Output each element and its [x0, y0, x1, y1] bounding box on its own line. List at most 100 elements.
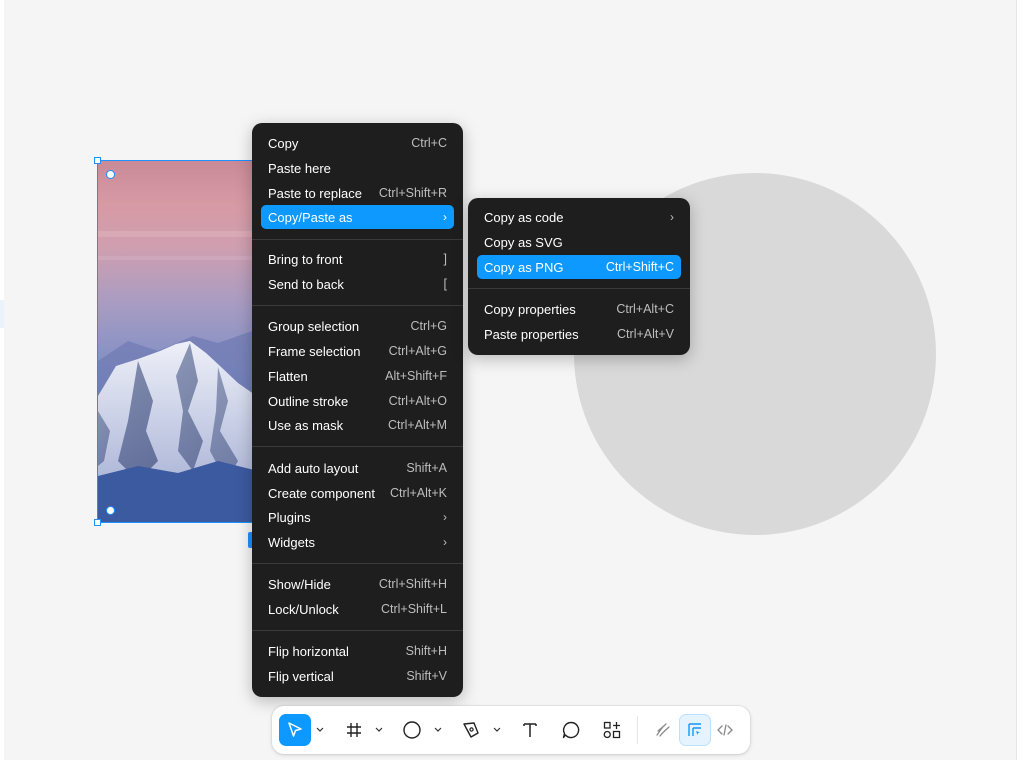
menu-divider: [252, 305, 463, 306]
menu-item-label: Show/Hide: [268, 576, 331, 592]
menu-item-plugins[interactable]: Plugins ›: [261, 505, 454, 529]
corner-radius-handle-bottom[interactable]: [106, 506, 115, 515]
menu-item-copy[interactable]: Copy Ctrl+C: [261, 131, 454, 155]
menu-item-label: Widgets: [268, 534, 315, 550]
circle-shape-icon: [403, 721, 421, 739]
frame-tool-button[interactable]: [338, 714, 370, 746]
pen-nib-icon: [463, 722, 479, 738]
comment-bubble-icon: [562, 721, 580, 739]
chevron-right-icon: ›: [443, 510, 447, 524]
menu-item-label: Paste to replace: [268, 185, 362, 201]
chevron-down-icon[interactable]: [315, 724, 325, 736]
frame-hash-icon: [347, 723, 361, 737]
menu-item-copy-paste-as[interactable]: Copy/Paste as ›: [261, 205, 454, 229]
code-brackets-icon: [717, 724, 733, 736]
menu-item-label: Create component: [268, 485, 375, 501]
menu-item-frame-selection[interactable]: Frame selection Ctrl+Alt+G: [261, 339, 454, 363]
dev-mode-button[interactable]: [709, 714, 741, 746]
resize-handle-top-left[interactable]: [94, 157, 101, 164]
menu-item-group-selection[interactable]: Group selection Ctrl+G: [261, 314, 454, 338]
menu-item-shortcut: Ctrl+Alt+O: [388, 394, 447, 408]
design-layout-icon: [688, 723, 701, 736]
menu-divider: [252, 563, 463, 564]
menu-item-shortcut: Ctrl+Shift+H: [378, 577, 447, 591]
menu-divider: [252, 446, 463, 447]
menu-item-add-auto-layout[interactable]: Add auto layout Shift+A: [261, 456, 454, 480]
menu-item-shortcut: Ctrl+Shift+L: [380, 602, 447, 616]
menu-item-label: Copy as SVG: [484, 234, 563, 250]
corner-radius-handle-top[interactable]: [106, 170, 115, 179]
menu-item-label: Paste here: [268, 160, 331, 176]
submenu-item-paste-properties[interactable]: Paste properties Ctrl+Alt+V: [477, 322, 681, 346]
context-menu: Copy Ctrl+C Paste here Paste to replace …: [252, 123, 463, 697]
menu-divider: [468, 288, 690, 289]
shape-tool-button[interactable]: [396, 714, 428, 746]
menu-item-paste-to-replace[interactable]: Paste to replace Ctrl+Shift+R: [261, 181, 454, 205]
menu-item-paste-here[interactable]: Paste here: [261, 156, 454, 180]
menu-item-shortcut: Ctrl+Alt+V: [617, 327, 674, 341]
menu-item-label: Lock/Unlock: [268, 601, 339, 617]
menu-item-send-to-back[interactable]: Send to back [: [261, 272, 454, 296]
menu-item-shortcut: Ctrl+G: [410, 319, 447, 333]
canvas-left-edge-highlight: [0, 300, 4, 328]
menu-item-label: Flatten: [268, 368, 308, 384]
chevron-down-icon[interactable]: [374, 724, 384, 736]
menu-item-shortcut: Ctrl+Shift+C: [605, 260, 674, 274]
menu-item-label: Add auto layout: [268, 460, 359, 476]
menu-item-label: Copy: [268, 135, 299, 151]
menu-item-show-hide[interactable]: Show/Hide Ctrl+Shift+H: [261, 572, 454, 596]
bottom-toolbar: [272, 706, 750, 754]
menu-item-shortcut: Shift+V: [406, 669, 447, 683]
draw-squiggle-icon: [656, 723, 670, 737]
selected-image[interactable]: [97, 160, 257, 523]
menu-item-shortcut: Ctrl+C: [411, 136, 447, 150]
copy-paste-as-submenu: Copy as code › Copy as SVG Copy as PNG C…: [468, 198, 690, 355]
cursor-arrow-icon: [288, 722, 302, 737]
chevron-down-icon[interactable]: [433, 724, 443, 736]
chevron-down-icon[interactable]: [492, 724, 502, 736]
menu-item-label: Frame selection: [268, 343, 361, 359]
menu-item-label: Flip vertical: [268, 668, 334, 684]
submenu-item-copy-as-code[interactable]: Copy as code ›: [477, 205, 681, 229]
chevron-right-icon: ›: [443, 210, 447, 224]
menu-item-shortcut: Ctrl+Alt+C: [616, 302, 674, 316]
resize-handle-bottom-left[interactable]: [94, 519, 101, 526]
menu-item-bring-to-front[interactable]: Bring to front ]: [261, 247, 454, 271]
apps-grid-icon: [603, 721, 621, 739]
submenu-item-copy-as-svg[interactable]: Copy as SVG: [477, 230, 681, 254]
menu-item-shortcut: Ctrl+Alt+G: [388, 344, 447, 358]
menu-item-widgets[interactable]: Widgets ›: [261, 530, 454, 554]
menu-item-flip-horizontal[interactable]: Flip horizontal Shift+H: [261, 639, 454, 663]
submenu-item-copy-properties[interactable]: Copy properties Ctrl+Alt+C: [477, 297, 681, 321]
actions-tool-button[interactable]: [596, 714, 628, 746]
text-tool-button[interactable]: [514, 714, 546, 746]
mountain-image-art: [98, 231, 256, 522]
text-t-icon: [523, 723, 537, 737]
menu-item-label: Plugins: [268, 509, 311, 525]
move-tool-button[interactable]: [279, 714, 311, 746]
chevron-right-icon: ›: [443, 535, 447, 549]
menu-item-label: Bring to front: [268, 251, 343, 267]
draw-mode-button[interactable]: [647, 714, 679, 746]
menu-item-label: Group selection: [268, 318, 360, 334]
menu-item-outline-stroke[interactable]: Outline stroke Ctrl+Alt+O: [261, 389, 454, 413]
menu-item-shortcut: Ctrl+Shift+R: [378, 186, 447, 200]
menu-item-flip-vertical[interactable]: Flip vertical Shift+V: [261, 664, 454, 688]
pen-tool-button[interactable]: [455, 714, 487, 746]
comment-tool-button[interactable]: [555, 714, 587, 746]
submenu-item-copy-as-png[interactable]: Copy as PNG Ctrl+Shift+C: [477, 255, 681, 279]
menu-item-lock-unlock[interactable]: Lock/Unlock Ctrl+Shift+L: [261, 597, 454, 621]
design-mode-button[interactable]: [679, 714, 711, 746]
menu-item-shortcut: Ctrl+Alt+M: [387, 418, 447, 432]
canvas-right-border: [1016, 0, 1017, 760]
menu-item-label: Copy properties: [484, 301, 576, 317]
menu-item-flatten[interactable]: Flatten Alt+Shift+F: [261, 364, 454, 388]
menu-item-shortcut: Shift+A: [406, 461, 447, 475]
menu-divider: [252, 630, 463, 631]
menu-item-label: Send to back: [268, 276, 344, 292]
menu-item-shortcut: [: [443, 277, 447, 291]
menu-item-shortcut: Shift+H: [405, 644, 447, 658]
menu-item-label: Flip horizontal: [268, 643, 349, 659]
menu-item-create-component[interactable]: Create component Ctrl+Alt+K: [261, 481, 454, 505]
menu-item-use-as-mask[interactable]: Use as mask Ctrl+Alt+M: [261, 413, 454, 437]
